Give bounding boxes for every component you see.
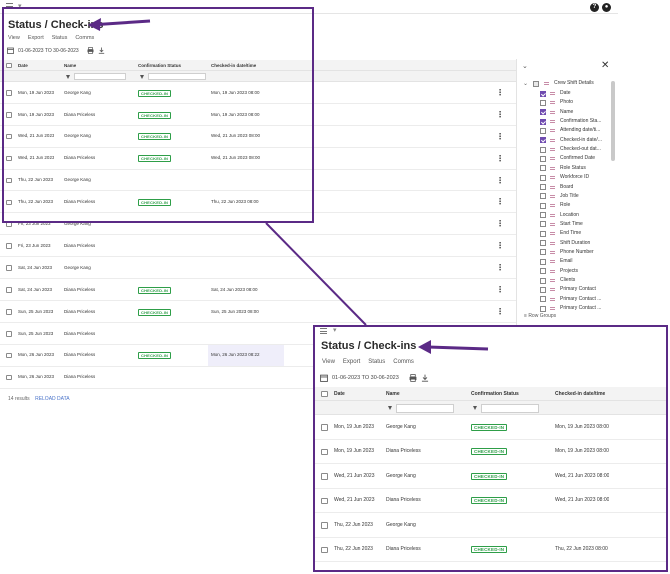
callout-arrow-zoom — [418, 340, 489, 354]
